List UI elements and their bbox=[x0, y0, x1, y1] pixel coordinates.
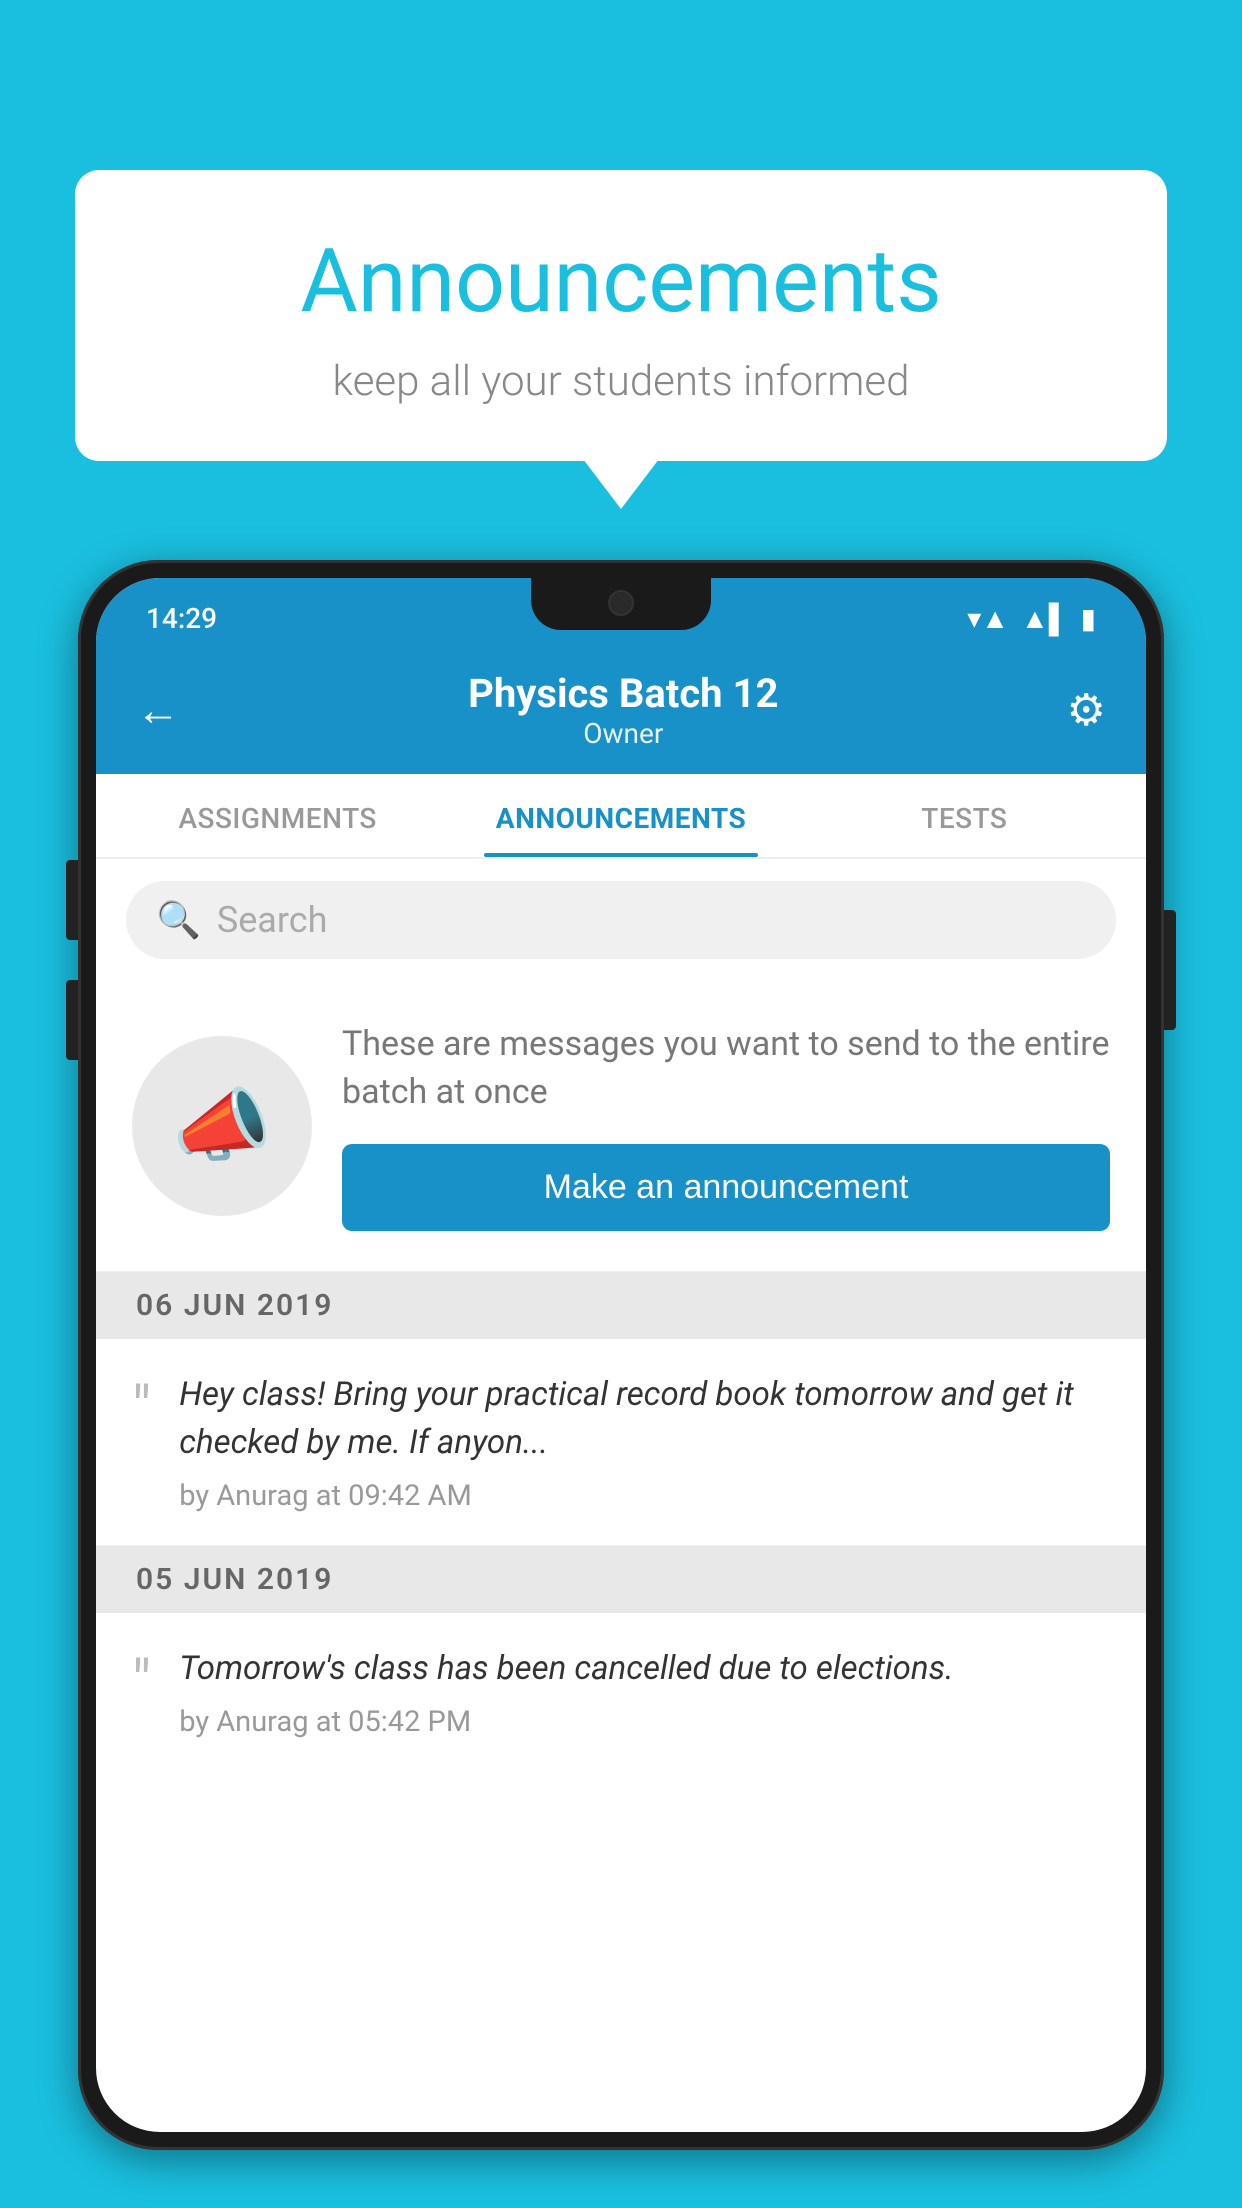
back-button[interactable]: ← bbox=[136, 684, 180, 736]
app-header: ← Physics Batch 12 Owner ⚙ bbox=[96, 650, 1146, 774]
announcement-item-2[interactable]: " Tomorrow's class has been cancelled du… bbox=[96, 1613, 1146, 1771]
announcement-intro: 📣 These are messages you want to send to… bbox=[96, 981, 1146, 1272]
make-announcement-button[interactable]: Make an announcement bbox=[342, 1144, 1110, 1231]
quote-icon-1: " bbox=[132, 1379, 151, 1439]
bubble-subtitle: keep all your students informed bbox=[115, 357, 1127, 406]
search-input[interactable]: Search bbox=[217, 899, 328, 941]
signal-icon: ▲▌ bbox=[1021, 602, 1069, 635]
intro-description: These are messages you want to send to t… bbox=[342, 1021, 1110, 1116]
date-separator-1: 06 JUN 2019 bbox=[96, 1272, 1146, 1339]
power-button bbox=[1164, 910, 1176, 1030]
megaphone-icon: 📣 bbox=[172, 1079, 272, 1173]
search-container: 🔍 Search bbox=[96, 859, 1146, 981]
volume-down-button bbox=[66, 980, 78, 1060]
announcement-text-2: Tomorrow's class has been cancelled due … bbox=[179, 1645, 1110, 1693]
announcement-meta-1: by Anurag at 09:42 AM bbox=[179, 1479, 1110, 1513]
header-subtitle: Owner bbox=[468, 717, 778, 750]
status-icons: ▾▲ ▲▌ ▮ bbox=[967, 602, 1096, 635]
phone-camera bbox=[608, 590, 634, 616]
announcement-bubble: Announcements keep all your students inf… bbox=[75, 170, 1167, 461]
tab-assignments[interactable]: ASSIGNMENTS bbox=[106, 774, 449, 857]
settings-icon[interactable]: ⚙ bbox=[1067, 684, 1106, 736]
phone-outer: 14:29 ▾▲ ▲▌ ▮ ← Physics Batch 12 Owner ⚙ bbox=[78, 560, 1164, 2150]
search-bar[interactable]: 🔍 Search bbox=[126, 881, 1116, 959]
phone-notch bbox=[531, 578, 711, 630]
announcement-content-2: Tomorrow's class has been cancelled due … bbox=[179, 1645, 1110, 1739]
wifi-icon: ▾▲ bbox=[967, 602, 1009, 635]
phone-screen: 14:29 ▾▲ ▲▌ ▮ ← Physics Batch 12 Owner ⚙ bbox=[96, 578, 1146, 2132]
bubble-title: Announcements bbox=[115, 230, 1127, 333]
search-icon: 🔍 bbox=[156, 899, 201, 941]
announcement-intro-right: These are messages you want to send to t… bbox=[342, 1021, 1110, 1231]
quote-icon-2: " bbox=[132, 1653, 151, 1713]
announcement-item-1[interactable]: " Hey class! Bring your practical record… bbox=[96, 1339, 1146, 1546]
volume-up-button bbox=[66, 860, 78, 940]
announcement-content-1: Hey class! Bring your practical record b… bbox=[179, 1371, 1110, 1513]
announcement-text-1: Hey class! Bring your practical record b… bbox=[179, 1371, 1110, 1467]
date-separator-2: 05 JUN 2019 bbox=[96, 1546, 1146, 1613]
header-title: Physics Batch 12 bbox=[468, 670, 778, 717]
tab-announcements[interactable]: ANNOUNCEMENTS bbox=[449, 774, 792, 857]
tabs-bar: ASSIGNMENTS ANNOUNCEMENTS TESTS bbox=[96, 774, 1146, 859]
tab-tests[interactable]: TESTS bbox=[793, 774, 1136, 857]
phone-mockup: 14:29 ▾▲ ▲▌ ▮ ← Physics Batch 12 Owner ⚙ bbox=[78, 560, 1164, 2208]
battery-icon: ▮ bbox=[1081, 602, 1096, 635]
announcement-meta-2: by Anurag at 05:42 PM bbox=[179, 1705, 1110, 1739]
status-time: 14:29 bbox=[146, 602, 217, 635]
announcement-icon-circle: 📣 bbox=[132, 1036, 312, 1216]
header-center: Physics Batch 12 Owner bbox=[468, 670, 778, 750]
